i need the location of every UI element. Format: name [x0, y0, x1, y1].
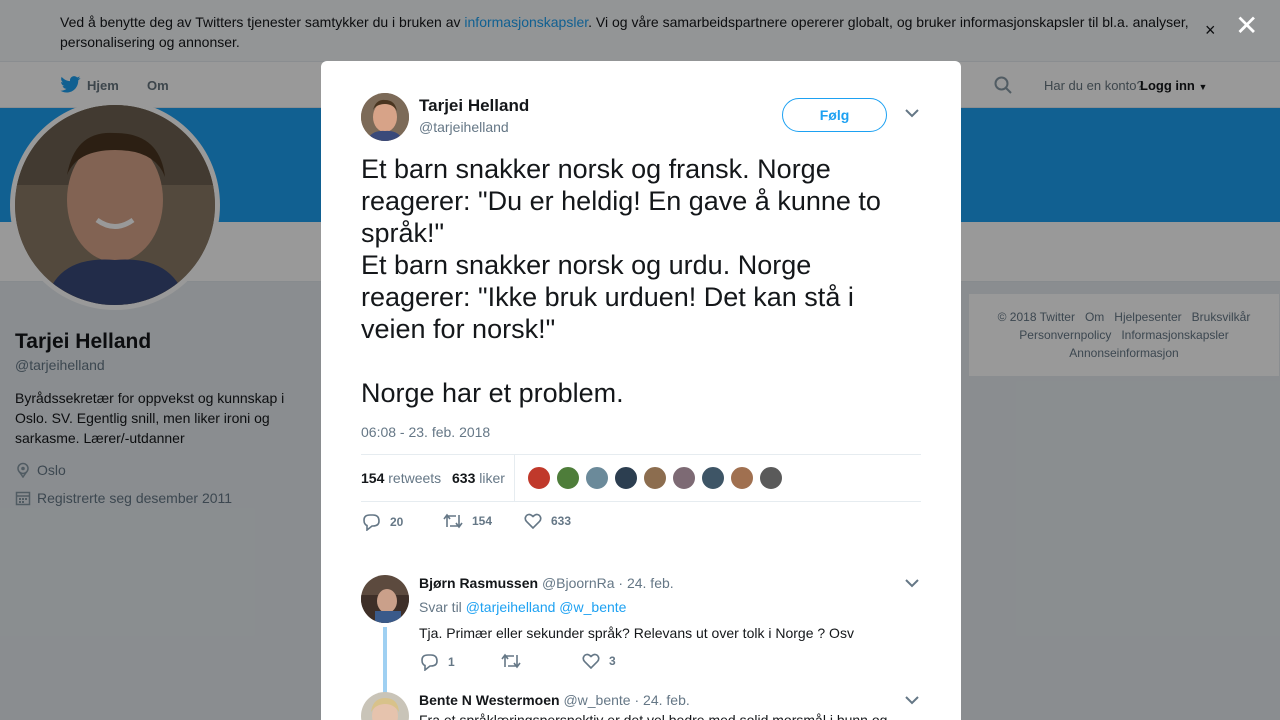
avatar-photo [361, 692, 409, 720]
tweet-author-handle[interactable]: @tarjeihelland [419, 119, 509, 135]
liker-avatar[interactable] [643, 466, 667, 490]
reply-date[interactable]: · 24. feb. [618, 575, 673, 591]
chevron-down-icon[interactable] [905, 578, 919, 588]
thread-line [383, 627, 387, 693]
close-icon[interactable]: ✕ [1235, 12, 1258, 40]
reply-actions: 1 3 [419, 653, 819, 673]
reply-author-name[interactable]: Bjørn Rasmussen [419, 575, 538, 591]
reply-author-name[interactable]: Bente N Westermoen [419, 692, 560, 708]
liker-avatar[interactable] [730, 466, 754, 490]
reply-icon [363, 514, 380, 531]
reply-to-line: Svar til @tarjeihelland @w_bente [419, 599, 627, 615]
reply-author-avatar[interactable] [361, 692, 409, 720]
heart-icon [582, 653, 600, 669]
avatar-photo [361, 93, 409, 141]
reply-button[interactable]: 20 [361, 513, 403, 531]
retweet-button[interactable]: 154 [443, 513, 492, 529]
like-button[interactable]: 633 [524, 513, 571, 529]
reply-header: Bente N Westermoen @w_bente · 24. feb. [419, 692, 690, 708]
tweet-author-avatar[interactable] [361, 93, 409, 141]
liker-avatar[interactable] [759, 466, 783, 490]
avatar-photo [361, 575, 409, 623]
liker-avatar[interactable] [527, 466, 551, 490]
replies-separator [321, 550, 961, 560]
reply-tweet[interactable]: Bente N Westermoen @w_bente · 24. feb. F… [361, 692, 921, 720]
reply-author-handle[interactable]: @BjoornRa [542, 575, 615, 591]
retweet-button[interactable] [501, 653, 530, 669]
reply-date[interactable]: · 24. feb. [635, 692, 690, 708]
reply-icon [421, 654, 438, 671]
like-button[interactable]: 3 [582, 653, 616, 669]
stats-divider [514, 455, 515, 502]
retweet-icon [443, 513, 463, 529]
heart-icon [524, 513, 542, 529]
liker-avatar[interactable] [556, 466, 580, 490]
tweet-actions: 20 154 633 [361, 513, 921, 533]
mention-link[interactable]: @w_bente [559, 599, 626, 615]
reply-button[interactable]: 1 [419, 653, 455, 671]
tweet-stats: 154 retweets 633 liker [361, 454, 921, 502]
likers-avatars [527, 466, 783, 490]
reply-tweet[interactable]: Bjørn Rasmussen @BjoornRa · 24. feb. Sva… [361, 575, 921, 693]
reply-header: Bjørn Rasmussen @BjoornRa · 24. feb. [419, 575, 674, 591]
retweets-stat[interactable]: 154 retweets [361, 470, 441, 486]
retweet-icon [501, 653, 521, 669]
tweet-modal: Tarjei Helland @tarjeihelland Følg Et ba… [321, 61, 961, 720]
liker-avatar[interactable] [672, 466, 696, 490]
reply-author-handle[interactable]: @w_bente [563, 692, 630, 708]
reply-author-avatar[interactable] [361, 575, 409, 623]
follow-button[interactable]: Følg [782, 98, 887, 132]
reply-text: Fra et språklæringsperspektiv er det vel… [419, 712, 888, 720]
chevron-down-icon[interactable] [905, 108, 919, 118]
likes-stat[interactable]: 633 liker [452, 470, 505, 486]
tweet-text: Et barn snakker norsk og fransk. Norge r… [361, 154, 881, 408]
liker-avatar[interactable] [585, 466, 609, 490]
tweet-author-name[interactable]: Tarjei Helland [419, 96, 529, 116]
tweet-timestamp[interactable]: 06:08 - 23. feb. 2018 [361, 424, 490, 440]
mention-link[interactable]: @tarjeihelland [466, 599, 556, 615]
chevron-down-icon[interactable] [905, 695, 919, 705]
liker-avatar[interactable] [614, 466, 638, 490]
liker-avatar[interactable] [701, 466, 725, 490]
reply-text: Tja. Primær eller sekunder språk? Releva… [419, 625, 854, 641]
